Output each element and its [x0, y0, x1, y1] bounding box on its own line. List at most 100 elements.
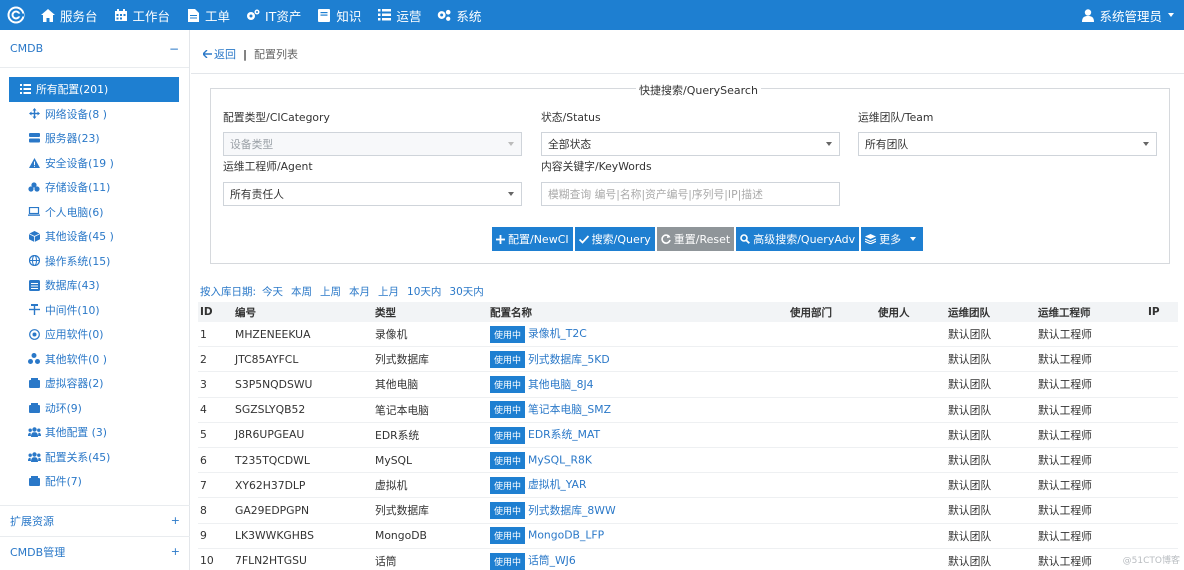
home-icon — [41, 8, 55, 22]
table-row[interactable]: 3 S3P5NQDSWU 其他电脑 使用中 其他电脑_8J4 默认团队 默认工程师 — [198, 372, 1178, 398]
breadcrumb: 返回 | 配置列表 — [202, 46, 298, 62]
server-icon — [27, 131, 41, 145]
nav-service-desk[interactable]: 服务台 — [33, 0, 106, 30]
nav-operations[interactable]: 运营 — [369, 0, 429, 30]
config-name-link[interactable]: 列式数据库_5KD — [528, 353, 610, 366]
globe-icon — [27, 254, 41, 268]
config-name-link[interactable]: 列式数据库_8WW — [528, 504, 616, 517]
table-row[interactable]: 1 MHZENEEKUA 录像机 使用中 录像机_T2C 默认团队 默认工程师 — [198, 322, 1178, 348]
sidebar-item[interactable]: 安全设备(19 ) — [9, 151, 179, 176]
nav-workbench[interactable]: 工作台 — [106, 0, 179, 30]
nav-system[interactable]: 系统 — [429, 0, 489, 30]
top-navbar: 服务台 工作台 工单 IT资产 知识 运营 系统 系统管理员 — [0, 0, 1184, 30]
sidebar-section-cmdb-admin[interactable]: CMDB管理 + — [0, 536, 190, 566]
sidebar-item[interactable]: 配置关系(45) — [9, 445, 179, 470]
sidebar-item[interactable]: 个人电脑(6) — [9, 200, 179, 225]
table-row[interactable]: 7 XY62H37DLP 虚拟机 使用中 虚拟机_YAR 默认团队 默认工程师 — [198, 473, 1178, 499]
config-name-link[interactable]: 话筒_WJ6 — [528, 554, 576, 567]
table-row[interactable]: 2 JTC85AYFCL 列式数据库 使用中 列式数据库_5KD 默认团队 默认工程师 — [198, 347, 1178, 373]
new-ci-button[interactable]: 配置/NewCI — [492, 227, 573, 251]
category-select[interactable]: 设备类型 — [223, 132, 522, 156]
col-header-code[interactable]: 编号 — [235, 305, 375, 320]
cell-type: 列式数据库 — [375, 353, 429, 367]
config-name-link[interactable]: 虚拟机_YAR — [528, 478, 586, 491]
sidebar-item[interactable]: 应用软件(0) — [9, 322, 179, 347]
col-header-dept[interactable]: 使用部门 — [790, 305, 878, 320]
panel-title: 快捷搜索/QuerySearch — [636, 82, 761, 98]
sidebar-item[interactable]: 中间件(10) — [9, 298, 179, 323]
col-header-team[interactable]: 运维团队 — [948, 305, 1038, 320]
sidebar-section-extend[interactable]: 扩展资源 + — [0, 505, 190, 535]
gears-icon — [437, 8, 451, 22]
date-filter-link[interactable]: 本周 — [291, 284, 312, 299]
config-name-link[interactable]: 笔记本电脑_SMZ — [528, 403, 611, 416]
cell-id: 7 — [200, 478, 207, 492]
sidebar-item[interactable]: 存储设备(11) — [9, 175, 179, 200]
sidebar-item[interactable]: 操作系统(15) — [9, 249, 179, 274]
app-logo-icon[interactable] — [5, 4, 27, 26]
sidebar-item[interactable]: 动环(9) — [9, 396, 179, 421]
col-header-name[interactable]: 配置名称 — [490, 305, 790, 320]
cogs-icon — [246, 8, 260, 22]
chevron-down-icon — [910, 237, 917, 241]
sitemap-icon — [27, 352, 41, 366]
col-header-id[interactable]: ID — [198, 306, 235, 318]
col-header-user[interactable]: 使用人 — [878, 305, 948, 320]
expand-toggle[interactable]: + — [171, 514, 180, 527]
nav-it-assets[interactable]: IT资产 — [238, 0, 309, 30]
status-select[interactable]: 全部状态 — [541, 132, 840, 156]
config-name-link[interactable]: EDR系统_MAT — [528, 428, 600, 441]
col-header-engineer[interactable]: 运维工程师 — [1038, 305, 1148, 320]
sidebar-item[interactable]: 其他设备(45 ) — [9, 224, 179, 249]
config-name-link[interactable]: MySQL_R8K — [528, 453, 592, 466]
table-row[interactable]: 10 7FLN2HTGSU 话筒 使用中 话筒_WJ6 默认团队 默认工程师 — [198, 549, 1178, 570]
sidebar-section-cmdb[interactable]: CMDB − — [0, 30, 189, 68]
reset-button[interactable]: 重置/Reset — [656, 227, 735, 251]
table-row[interactable]: 8 GA29EDPGPN 列式数据库 使用中 列式数据库_8WW 默认团队 默认工程师 — [198, 498, 1178, 524]
sidebar-item-label: 配置关系(45) — [45, 450, 111, 464]
table-row[interactable]: 9 LK3WWKGHBS MongoDB 使用中 MongoDB_LFP 默认团队 默认工程… — [198, 524, 1178, 549]
col-header-type[interactable]: 类型 — [375, 305, 490, 320]
team-select[interactable]: 所有团队 — [858, 132, 1157, 156]
cell-code: 7FLN2HTGSU — [235, 554, 307, 568]
table-row[interactable]: 4 SGZSLYQB52 笔记本电脑 使用中 笔记本电脑_SMZ 默认团队 默认工程师 — [198, 398, 1178, 423]
date-filter-link[interactable]: 上月 — [378, 284, 399, 299]
collapse-toggle[interactable]: − — [169, 42, 179, 56]
warning-icon — [27, 156, 41, 170]
network-icon — [27, 107, 41, 121]
sidebar-item[interactable]: 其他软件(0 ) — [9, 347, 179, 372]
cell-code: LK3WWKGHBS — [235, 529, 314, 543]
col-header-ip[interactable]: IP — [1148, 306, 1178, 318]
nav-tickets[interactable]: 工单 — [178, 0, 238, 30]
sidebar-item[interactable]: 数据库(43) — [9, 273, 179, 298]
config-name-link[interactable]: MongoDB_LFP — [528, 529, 604, 542]
sidebar-item[interactable]: 服务器(23) — [9, 126, 179, 151]
back-link[interactable]: 返回 — [202, 46, 236, 62]
sidebar-item[interactable]: 配件(7) — [9, 469, 179, 494]
agent-select[interactable]: 所有责任人 — [223, 182, 522, 206]
nav-knowledge[interactable]: 知识 — [309, 0, 369, 30]
table-row[interactable]: 6 T235TQCDWL MySQL 使用中 MySQL_R8K 默认团队 默认工程师 — [198, 448, 1178, 474]
sidebar-item[interactable]: 其他配置 (3) — [9, 420, 179, 445]
query-button[interactable]: 搜索/Query — [574, 227, 655, 251]
expand-toggle[interactable]: + — [171, 545, 180, 558]
date-filter-link[interactable]: 今天 — [262, 284, 283, 299]
user-menu[interactable]: 系统管理员 — [1082, 0, 1174, 30]
date-filter-link[interactable]: 10天内 — [407, 284, 441, 299]
table-row[interactable]: 5 J8R6UPGEAU EDR系统 使用中 EDR系统_MAT 默认团队 默认工程师 — [198, 423, 1178, 448]
sidebar-item[interactable]: 所有配置(201) — [9, 77, 179, 102]
cell-code: GA29EDPGPN — [235, 503, 310, 517]
config-name-link[interactable]: 其他电脑_8J4 — [528, 378, 594, 391]
date-filter-link[interactable]: 上周 — [320, 284, 341, 299]
config-name-link[interactable]: 录像机_T2C — [528, 327, 587, 340]
cell-type: 话筒 — [375, 554, 397, 568]
config-table: ID 编号 类型 配置名称 使用部门 使用人 运维团队 运维工程师 IP 1 MH… — [198, 302, 1178, 570]
sidebar-item[interactable]: 虚拟容器(2) — [9, 371, 179, 396]
more-dropdown-button[interactable]: 更多 — [861, 227, 924, 251]
keywords-input[interactable]: 模糊查询 编号|名称|资产编号|序列号|IP|描述 — [541, 182, 840, 206]
advanced-query-button[interactable]: 高级搜索/QueryAdv — [736, 227, 860, 251]
date-filter-link[interactable]: 30天内 — [449, 284, 483, 299]
date-filter-link[interactable]: 本月 — [349, 284, 370, 299]
sidebar-item[interactable]: 网络设备(8 ) — [9, 102, 179, 127]
sidebar-item-label: 安全设备(19 ) — [45, 156, 114, 170]
